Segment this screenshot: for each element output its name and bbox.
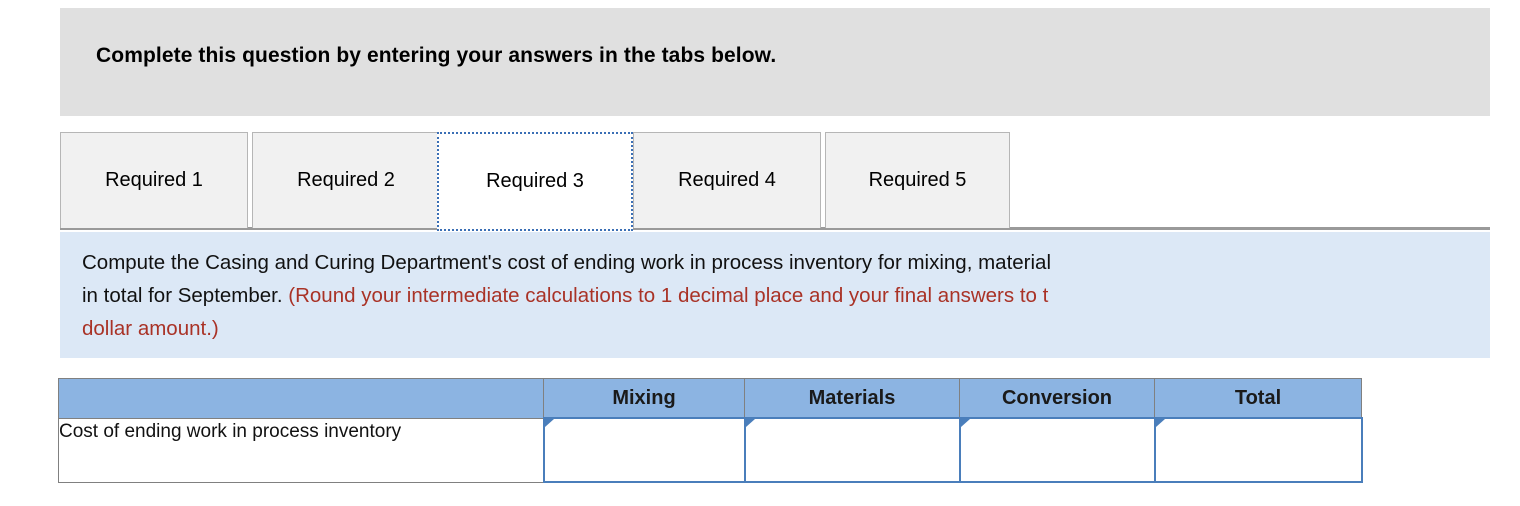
input-cell-mixing[interactable] <box>542 417 746 483</box>
table-header-conversion: Conversion <box>959 378 1155 419</box>
question-panel: Complete this question by entering your … <box>0 0 1520 506</box>
instruction-text-red-2: dollar amount.) <box>82 317 219 340</box>
instruction-text-black-1: Compute the Casing and Curing Department… <box>82 251 1052 274</box>
input-cell-materials[interactable] <box>743 417 961 483</box>
table-header-row: Mixing Materials Conversion Total <box>58 378 1362 419</box>
table-header-mixing: Mixing <box>543 378 745 419</box>
instruction-line-2: in total for September. (Round your inte… <box>82 279 1490 312</box>
tab-required-3[interactable]: Required 3 <box>437 132 633 231</box>
cell-marker-icon <box>1155 419 1165 435</box>
input-cell-conversion[interactable] <box>958 417 1156 483</box>
instruction-text-black-2: in total for September. <box>82 284 289 307</box>
table-header-materials: Materials <box>744 378 960 419</box>
answer-table: Mixing Materials Conversion Total Cost o… <box>58 378 1363 483</box>
tab-required-4[interactable]: Required 4 <box>633 132 821 228</box>
instruction-banner: Complete this question by entering your … <box>60 8 1490 116</box>
table-header-total: Total <box>1154 378 1362 419</box>
instruction-text-red-1: (Round your intermediate calculations to… <box>288 284 1049 307</box>
table-header-label <box>58 378 544 419</box>
cell-marker-icon <box>745 419 755 435</box>
required-tabs: Required 1 Required 2 Required 3 Require… <box>60 132 1490 231</box>
tab-required-1[interactable]: Required 1 <box>60 132 248 228</box>
input-cell-total[interactable] <box>1153 417 1363 483</box>
cell-marker-icon <box>544 419 554 435</box>
tab-required-5[interactable]: Required 5 <box>825 132 1010 228</box>
banner-title: Complete this question by entering your … <box>96 44 777 67</box>
cell-marker-icon <box>960 419 970 435</box>
tab-required-2[interactable]: Required 2 <box>252 132 440 228</box>
table-row: Cost of ending work in process inventory <box>58 417 1363 483</box>
question-instructions: Compute the Casing and Curing Department… <box>60 232 1490 358</box>
instruction-line-1: Compute the Casing and Curing Department… <box>82 246 1490 279</box>
row-label-cost-of-ending-wip: Cost of ending work in process inventory <box>58 417 544 483</box>
instruction-line-3: dollar amount.) <box>82 312 1490 345</box>
